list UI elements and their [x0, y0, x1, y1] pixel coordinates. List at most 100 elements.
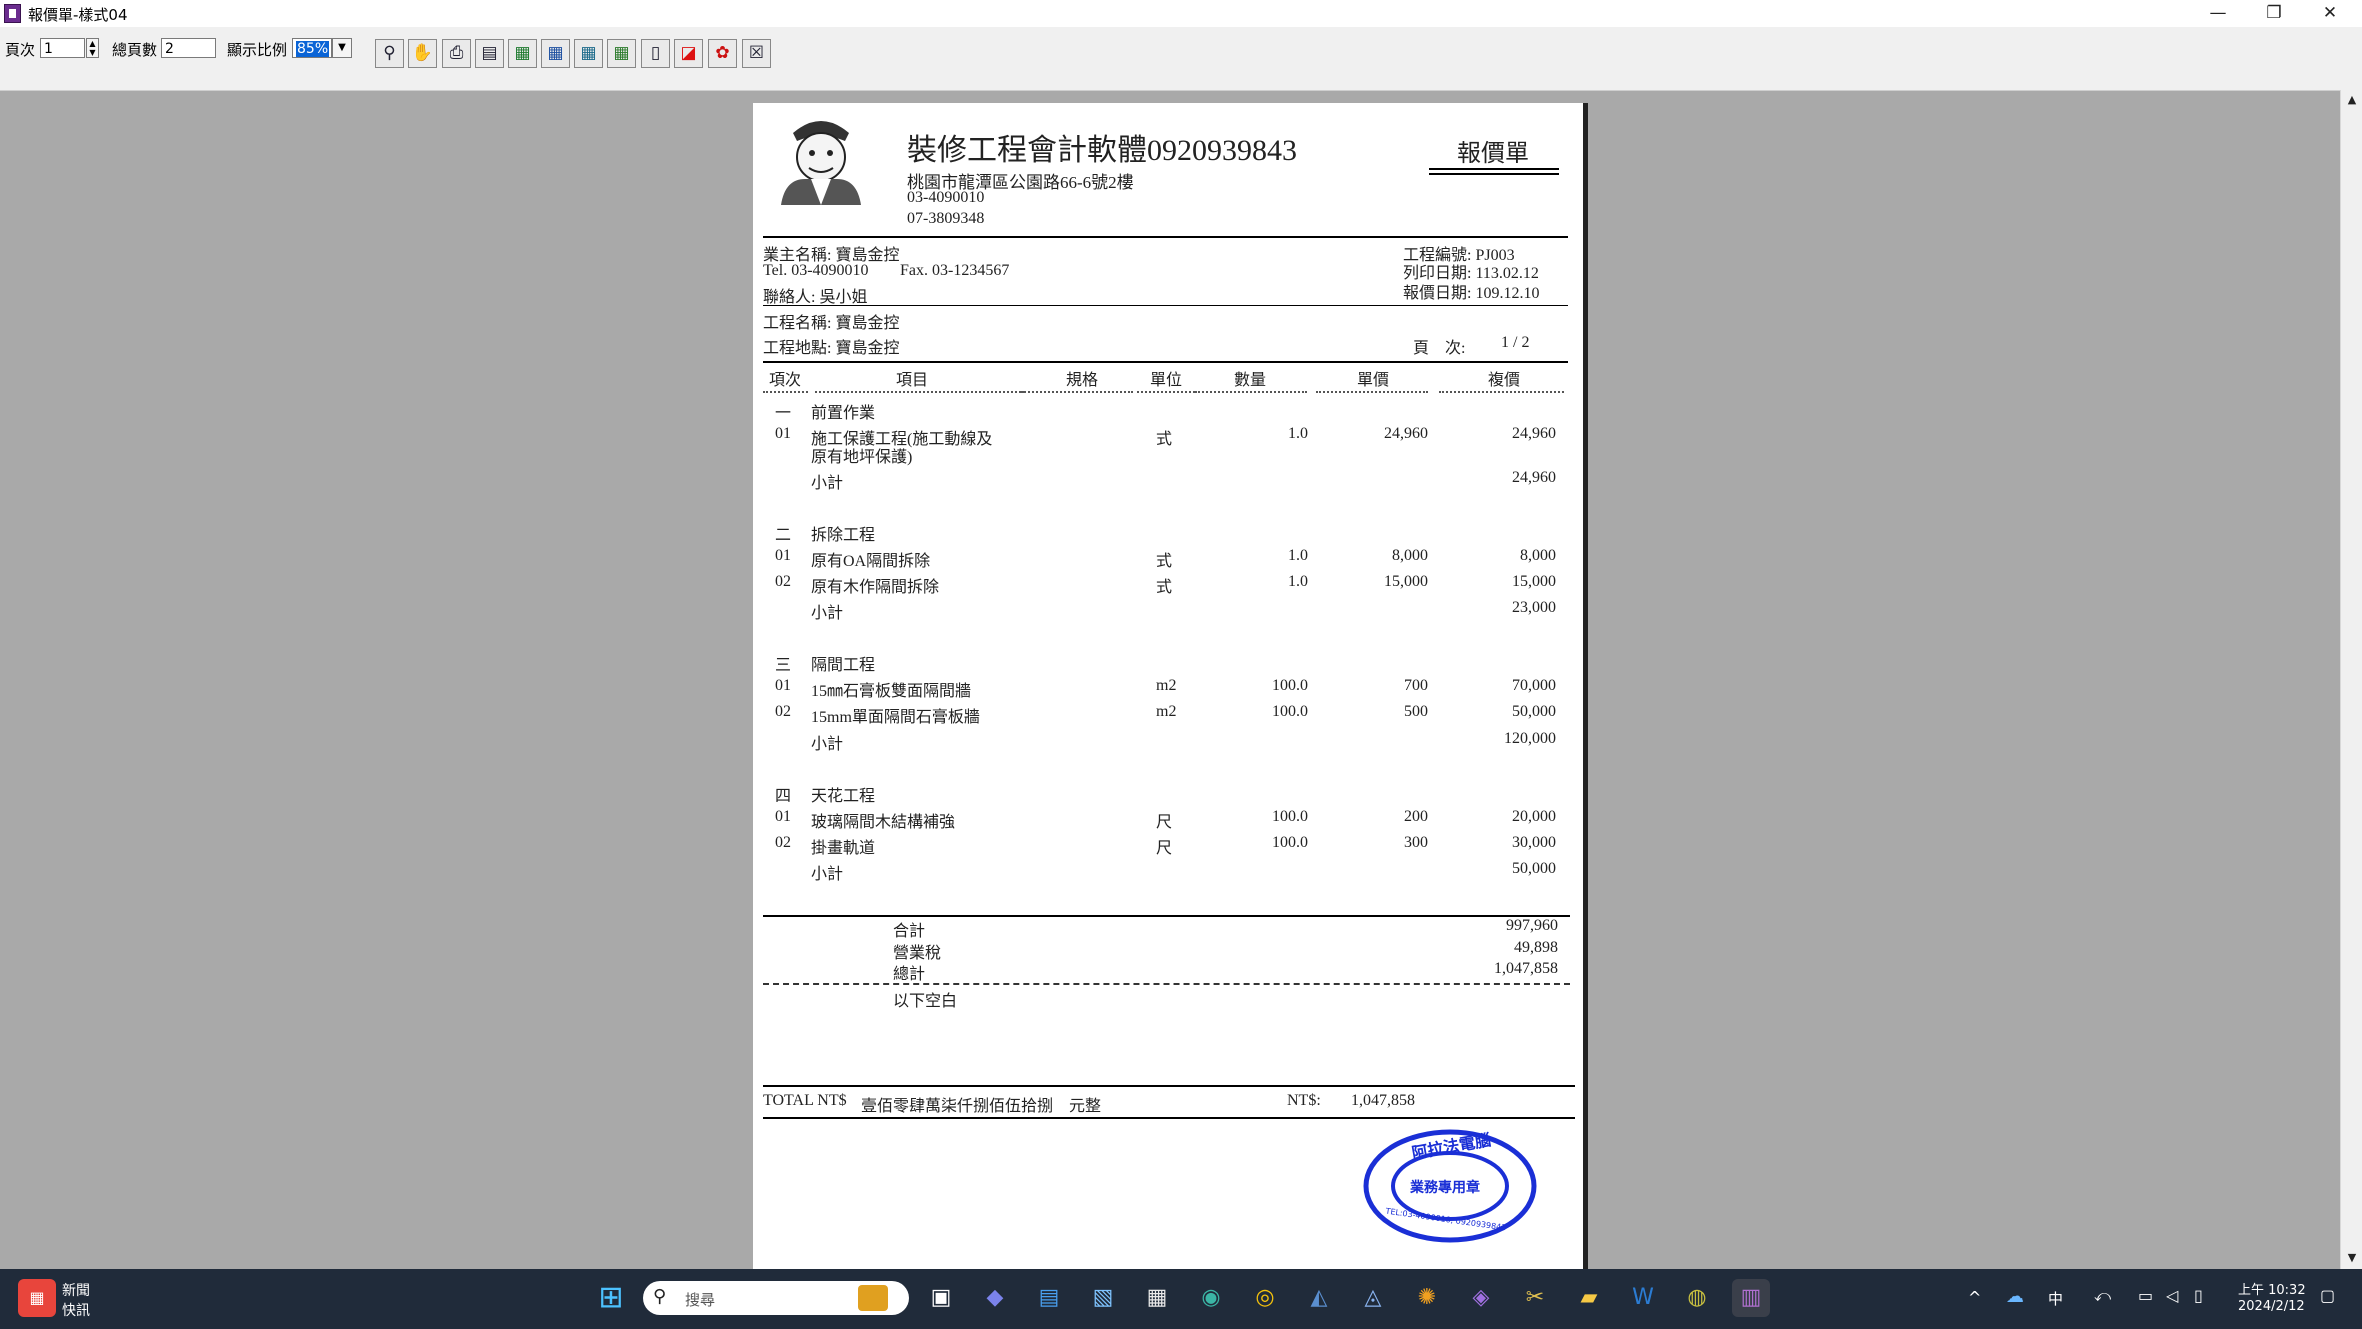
- onedrive-icon[interactable]: ☁: [2006, 1286, 2024, 1307]
- task-view-icon[interactable]: ▣: [922, 1279, 960, 1317]
- teams-icon[interactable]: ◆: [976, 1279, 1014, 1317]
- item-name-line-2: 原有地坪保護): [811, 449, 913, 466]
- item-qty: 1.0: [1288, 425, 1308, 442]
- notification-icon[interactable]: ▢: [2320, 1286, 2335, 1305]
- item-qty: 100.0: [1272, 834, 1308, 851]
- chrome-icon[interactable]: ◎: [1246, 1279, 1284, 1317]
- item-price: 200: [1404, 808, 1428, 825]
- title-underline-2: [1429, 173, 1559, 175]
- item-number: 02: [775, 703, 791, 720]
- item-qty: 100.0: [1272, 808, 1308, 825]
- page-input[interactable]: 1: [40, 38, 85, 58]
- minimize-button[interactable]: —: [2190, 0, 2246, 27]
- page-icon[interactable]: ▤: [475, 39, 504, 68]
- maximize-button[interactable]: ❐: [2246, 0, 2302, 27]
- export-rtf-icon[interactable]: ▦: [607, 39, 636, 68]
- item-unit: m2: [1156, 677, 1177, 694]
- file-explorer-icon[interactable]: ▰: [1570, 1279, 1608, 1317]
- title-underline-1: [1429, 168, 1559, 170]
- page-spinner[interactable]: ▲ ▼: [86, 38, 99, 58]
- volume-icon[interactable]: ◁: [2166, 1286, 2178, 1305]
- col-rule: [815, 391, 1025, 393]
- zoom-value: 85%: [296, 41, 330, 57]
- item-price: 500: [1404, 703, 1428, 720]
- scroll-down-arrow[interactable]: ▼: [2341, 1248, 2362, 1268]
- app-icon-2[interactable]: ◬: [1354, 1279, 1392, 1317]
- scroll-up-arrow[interactable]: ▲: [2341, 90, 2362, 110]
- vertical-scrollbar[interactable]: ▲ ▼: [2340, 90, 2362, 1269]
- word-icon[interactable]: W: [1624, 1279, 1662, 1317]
- app-icon-3[interactable]: ✺: [1408, 1279, 1446, 1317]
- export-word-icon[interactable]: ▦: [541, 39, 570, 68]
- zoom-label: 顯示比例: [227, 41, 288, 59]
- subtotal-value: 23,000: [1512, 599, 1556, 616]
- news-widget-line-1[interactable]: 新聞: [62, 1280, 90, 1300]
- network-icon[interactable]: ▭: [2138, 1286, 2153, 1305]
- item-total: 8,000: [1520, 547, 1556, 564]
- window-title: 報價單-樣式04: [28, 6, 128, 24]
- pdf-icon[interactable]: ◪: [674, 39, 703, 68]
- news-widget-line-2[interactable]: 快訊: [62, 1300, 90, 1320]
- col-header-qty: 數量: [1234, 372, 1267, 389]
- edge-icon[interactable]: ◉: [1192, 1279, 1230, 1317]
- export-image-icon[interactable]: ▦: [574, 39, 603, 68]
- gift-icon[interactable]: ✿: [708, 39, 737, 68]
- item-price: 300: [1404, 834, 1428, 851]
- show-hidden-icons-icon[interactable]: ^: [1968, 1288, 1981, 1307]
- company-stamp: 阿拉法電腦 業務專用章 TEL:03-4090010, 0920939843: [1363, 1129, 1537, 1243]
- close-icon[interactable]: ☒: [742, 39, 771, 68]
- book-icon[interactable]: ▯: [641, 39, 670, 68]
- ime-indicator[interactable]: 中: [2048, 1288, 2063, 1309]
- taskbar-search[interactable]: ⚲ 搜尋: [643, 1281, 909, 1315]
- item-number: 02: [775, 573, 791, 590]
- item-qty: 100.0: [1272, 677, 1308, 694]
- export-excel-icon[interactable]: ▦: [508, 39, 537, 68]
- start-icon[interactable]: ⊞: [592, 1279, 630, 1317]
- item-name: 原有木作隔間拆除: [811, 579, 940, 596]
- search-icon[interactable]: ⚲: [375, 39, 404, 68]
- item-name: 15㎜石膏板雙面隔間牆: [811, 683, 972, 700]
- app-icon-4[interactable]: ◍: [1678, 1279, 1716, 1317]
- store-icon[interactable]: ▦: [1138, 1279, 1176, 1317]
- ime-mode-icon[interactable]: ⤺: [2094, 1286, 2111, 1306]
- logo-portrait: [781, 121, 861, 205]
- page-number: 1 / 2: [1501, 334, 1530, 351]
- hand-icon[interactable]: ✋: [408, 39, 437, 68]
- section-number: 三: [775, 657, 792, 674]
- item-name: 15mm單面隔間石膏板牆: [811, 709, 980, 726]
- battery-icon[interactable]: ▯: [2194, 1286, 2203, 1305]
- item-qty: 1.0: [1288, 547, 1308, 564]
- section-name: 前置作業: [811, 405, 876, 422]
- active-app-icon[interactable]: ▥: [1732, 1279, 1770, 1317]
- app-icon: [4, 4, 21, 23]
- app-icon-1[interactable]: ◭: [1300, 1279, 1338, 1317]
- section-name: 拆除工程: [811, 527, 876, 544]
- tools-icon[interactable]: ✂: [1516, 1279, 1554, 1317]
- zoom-dropdown-arrow[interactable]: ▼: [332, 38, 352, 58]
- item-number: 01: [775, 547, 791, 564]
- sum-value: 997,960: [1506, 917, 1558, 934]
- clock-time[interactable]: 上午 10:32: [2238, 1279, 2306, 1298]
- news-widget-icon[interactable]: ▦: [18, 1279, 56, 1317]
- item-total: 15,000: [1512, 573, 1556, 590]
- total-pages-label: 總頁數: [112, 41, 158, 59]
- subtotal-label: 小計: [811, 475, 844, 492]
- photos-icon[interactable]: ▧: [1084, 1279, 1122, 1317]
- total-pages-input[interactable]: 2: [161, 38, 216, 58]
- item-unit: 式: [1156, 579, 1173, 596]
- visual-studio-icon[interactable]: ◈: [1462, 1279, 1500, 1317]
- print-icon[interactable]: ⎙: [442, 39, 471, 68]
- clock-date[interactable]: 2024/2/12: [2238, 1299, 2305, 1314]
- stamp-middle-text: 業務專用章: [1410, 1180, 1480, 1196]
- notepad-icon[interactable]: ▤: [1030, 1279, 1068, 1317]
- search-placeholder: 搜尋: [685, 1291, 716, 1309]
- quote-date: 報價日期: 109.12.10: [1403, 285, 1540, 302]
- close-window-button[interactable]: ✕: [2302, 0, 2358, 27]
- item-price: 24,960: [1384, 425, 1428, 442]
- tax-value: 49,898: [1514, 939, 1558, 956]
- item-price: 8,000: [1392, 547, 1428, 564]
- zoom-select[interactable]: 85%: [292, 38, 332, 58]
- subtotal-value: 24,960: [1512, 469, 1556, 486]
- item-unit: 尺: [1156, 814, 1173, 831]
- project-name: 工程名稱: 寶島金控: [763, 315, 900, 332]
